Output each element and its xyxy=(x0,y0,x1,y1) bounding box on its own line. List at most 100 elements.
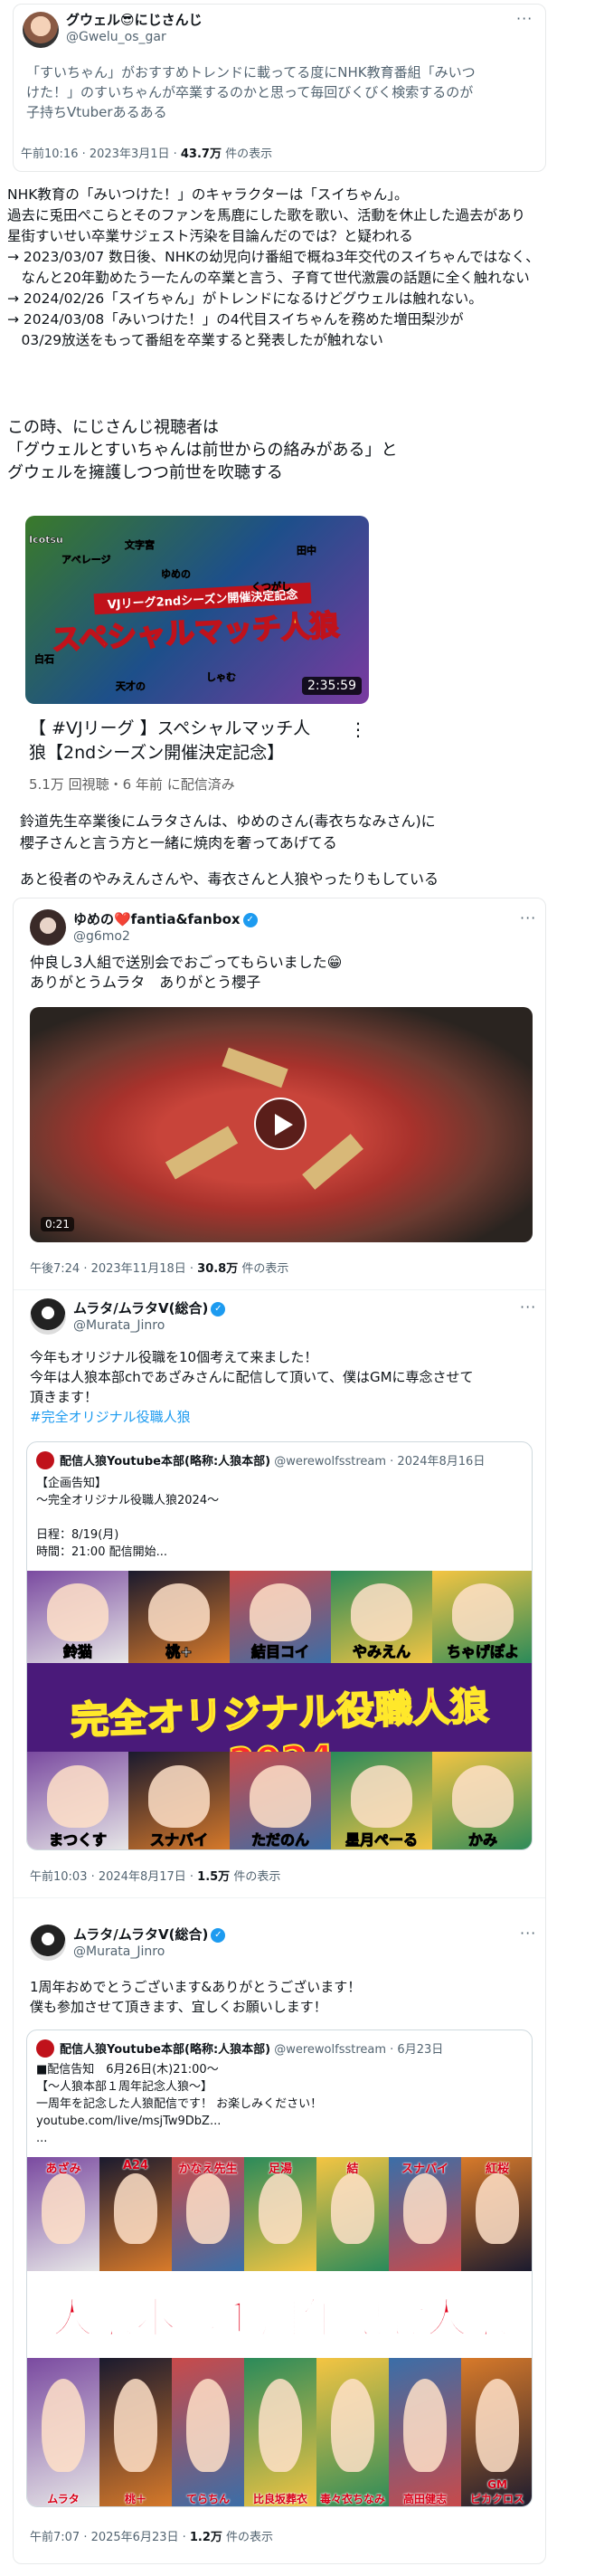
handle[interactable]: @Murata_Jinro xyxy=(73,1944,165,1959)
meat-tag-1 xyxy=(222,1047,288,1088)
quote-image-bottom-row: ムラタ 桃＋ てらちん 比良坂葬衣 毒々衣ちなみ 高田健志 GM ピカクロス xyxy=(27,2358,532,2506)
avatar[interactable] xyxy=(23,12,59,48)
thumb-name-tag: くつがし xyxy=(251,581,292,594)
tweet-video[interactable]: 0:21 xyxy=(30,1007,533,1242)
participant-name: 毒々衣ちなみ xyxy=(319,2493,385,2505)
portrait-figure xyxy=(148,1765,210,1828)
participant-name: かみ xyxy=(467,1831,497,1849)
participant-portrait: 桃+ xyxy=(128,1571,230,1663)
quote-avatar[interactable] xyxy=(36,2039,54,2058)
display-name-text[interactable]: ゆめの❤️fantia&fanbox xyxy=(73,911,241,927)
participant-portrait: 結 xyxy=(316,2157,389,2271)
quote-display-name[interactable]: 配信人狼Youtube本部(略称:人狼本部) xyxy=(60,2043,270,2057)
participant-name: GM ピカクロス xyxy=(469,2478,524,2505)
quoted-tweet[interactable]: 配信人狼Youtube本部(略称:人狼本部) @werewolfsstream … xyxy=(26,1441,533,1850)
quote-avatar[interactable] xyxy=(36,1451,54,1469)
tweet-meta[interactable]: 午前7:07 · 2025年6月23日 · 1.2万 件の表示 xyxy=(30,2527,273,2544)
participant-name: 比良坂葬衣 xyxy=(252,2493,307,2505)
tweet-text: 1周年おめでとうございます&ありがとうございます！ 僕も参加させて頂きます、宜し… xyxy=(30,1979,362,2015)
display-name-text[interactable]: ムラタ/ムラタV(総合) xyxy=(73,1926,208,1943)
tweet-meta[interactable]: 午前10:03 · 2024年8月17日 · 1.5万 件の表示 xyxy=(30,1867,280,1884)
thumb-name-tag: 天才の xyxy=(116,680,146,693)
portrait-figure xyxy=(331,2379,374,2473)
display-name[interactable]: ムラタ/ムラタV(総合) ✓ xyxy=(73,1298,226,1317)
video-more-icon[interactable]: ⋮ xyxy=(349,718,368,740)
portrait-figure xyxy=(114,2172,157,2244)
tweet-meta[interactable]: 午前10:16 · 2023年3月1日 · 43.7万 件の表示 xyxy=(21,144,272,161)
timestamp[interactable]: 午前10:16 · 2023年3月1日 · xyxy=(21,147,181,161)
hashtag-link[interactable]: #完全オリジナル役職人狼 xyxy=(30,1407,191,1427)
participant-portrait: てらちん xyxy=(172,2358,244,2506)
view-label: 件の表示 xyxy=(238,1262,289,1276)
view-count: 1.5万 xyxy=(197,1870,231,1884)
portrait-figure xyxy=(47,1583,109,1641)
avatar[interactable] xyxy=(30,1298,66,1335)
handle[interactable]: @Murata_Jinro xyxy=(73,1318,165,1333)
participant-portrait: ただのん xyxy=(230,1752,331,1849)
video-thumbnail[interactable]: VJリーグ2ndシーズン開催決定記念 スペシャルマッチ人狼 Icotsu アベレー… xyxy=(25,516,369,704)
more-icon[interactable]: ··· xyxy=(520,1925,536,1942)
participant-portrait: 足湯 xyxy=(244,2157,316,2271)
display-name[interactable]: グウェル😎にじさんじ xyxy=(66,10,203,29)
article-para3: 鈴道先生卒業後にムラタさんは、ゆめのさん(毒衣ちなみさん)に 櫻子さんと言う方と… xyxy=(20,813,436,851)
quote-header[interactable]: 配信人狼Youtube本部(略称:人狼本部) @werewolfsstream … xyxy=(60,1451,485,1469)
avatar[interactable] xyxy=(30,909,66,946)
view-count: 43.7万 xyxy=(180,147,222,161)
participant-name: 結 xyxy=(346,2163,359,2176)
participant-name: 結目コイ xyxy=(250,1643,309,1661)
thumb-name-tag: Icotsu xyxy=(29,534,63,547)
display-name[interactable]: ゆめの❤️fantia&fanbox ✓ xyxy=(73,909,258,928)
participant-name: 高田健志 xyxy=(402,2493,447,2505)
display-name-text[interactable]: ムラタ/ムラタV(総合) xyxy=(73,1300,208,1317)
timestamp[interactable]: 午前7:07 · 2025年6月23日 · xyxy=(30,2531,190,2544)
handle[interactable]: @Gwelu_os_gar xyxy=(66,30,166,44)
play-icon[interactable] xyxy=(254,1098,307,1150)
display-name[interactable]: ムラタ/ムラタV(総合) ✓ xyxy=(73,1925,226,1944)
portrait-figure xyxy=(403,2172,447,2244)
quote-banner-text: 人狼本部１周年記念人狼 xyxy=(51,2293,510,2343)
tweet-thread-card: ゆめの❤️fantia&fanbox ✓ @g6mo2 ··· 仲良し3人組で送別… xyxy=(13,898,546,2564)
view-label: 件の表示 xyxy=(222,2531,274,2544)
participant-portrait: まつくす xyxy=(27,1752,128,1849)
video-title[interactable]: 【 #VJリーグ 】スペシャルマッチ人 狼【2ndシーズン開催決定記念】 xyxy=(29,717,310,765)
verified-icon: ✓ xyxy=(211,1301,226,1317)
quoted-tweet[interactable]: 配信人狼Youtube本部(略称:人狼本部) @werewolfsstream … xyxy=(26,2029,533,2507)
tweet-meta[interactable]: 午後7:24 · 2023年11月18日 · 30.8万 件の表示 xyxy=(30,1259,288,1276)
avatar[interactable] xyxy=(30,1925,66,1961)
more-icon[interactable]: ··· xyxy=(516,10,533,27)
tweet-card-1[interactable]: グウェル😎にじさんじ @Gwelu_os_gar ··· 「すいちゃん」がおすす… xyxy=(13,4,546,172)
thumb-name-tag: 田中 xyxy=(297,545,317,557)
participant-name: 桃+ xyxy=(165,1643,193,1661)
quote-text: ■配信告知 6月26日(木)21:00～ 【～人狼本部１周年記念人狼～】 一周年… xyxy=(36,2063,323,2145)
tweet-text: 仲良し3人組で送別会でおごってもらいました😁 ありがとうムラタ ありがとう櫻子 xyxy=(30,954,343,991)
participant-portrait: やみえん xyxy=(331,1571,432,1663)
view-label: 件の表示 xyxy=(221,147,273,161)
quote-handle[interactable]: @werewolfsstream · 6月23日 xyxy=(274,2043,443,2057)
portrait-figure xyxy=(186,2172,230,2244)
portrait-figure xyxy=(331,2172,374,2244)
timestamp[interactable]: 午後7:24 · 2023年11月18日 · xyxy=(30,1262,197,1276)
participant-name: まつくす xyxy=(48,1831,107,1849)
more-icon[interactable]: ··· xyxy=(520,1298,536,1316)
participant-name: ただのん xyxy=(250,1831,309,1849)
thumb-name-tag: 文字宮 xyxy=(125,539,156,552)
portrait-figure xyxy=(476,2172,519,2244)
participant-name: あざみ xyxy=(45,2163,81,2176)
handle[interactable]: @g6mo2 xyxy=(73,929,130,944)
article-para4: あと役者のやみえんさんや、毒衣さんと人狼やったりもしている xyxy=(20,870,439,888)
quote-display-name[interactable]: 配信人狼Youtube本部(略称:人狼本部) xyxy=(60,1455,270,1469)
thumb-name-tag: 白石 xyxy=(34,653,55,666)
quote-text: 【企画告知】 ～完全オリジナル役職人狼2024～ 日程：8/19(月) 時間：2… xyxy=(36,1477,220,1559)
participant-portrait: 星月ぺーる xyxy=(331,1752,432,1849)
quote-banner: 人狼本部１周年記念人狼 xyxy=(27,2271,532,2358)
article-para2: この時、にじさんじ視聴者は 「グウェルとすいちゃんは前世からの絡みがある」と グ… xyxy=(7,418,398,482)
quote-header[interactable]: 配信人狼Youtube本部(略称:人狼本部) @werewolfsstream … xyxy=(60,2039,443,2057)
quote-handle[interactable]: @werewolfsstream · 2024年8月16日 xyxy=(274,1455,485,1469)
portrait-figure xyxy=(259,2379,302,2473)
more-icon[interactable]: ··· xyxy=(520,909,536,927)
participant-name: 桃＋ xyxy=(124,2493,146,2505)
view-count: 1.2万 xyxy=(189,2531,222,2544)
timestamp[interactable]: 午前10:03 · 2024年8月17日 · xyxy=(30,1870,197,1884)
portrait-figure xyxy=(403,2379,447,2473)
portrait-figure xyxy=(351,1765,412,1828)
